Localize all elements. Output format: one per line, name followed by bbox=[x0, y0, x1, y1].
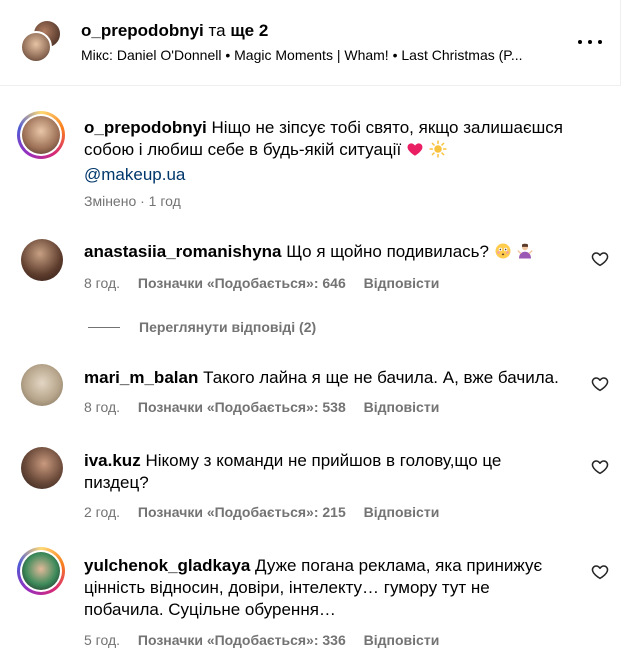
post-header: o_prepodobnyi та ще 2 Мікс: Daniel O'Don… bbox=[0, 0, 621, 86]
caption-text: o_prepodobnyi Ніщо не зіпсує тобі свято,… bbox=[84, 117, 584, 186]
sun-emoji-icon bbox=[429, 140, 447, 164]
comment-body-line-1: Нікому з команди не прийшов в голову,що … bbox=[145, 451, 502, 470]
comment-username[interactable]: iva.kuz bbox=[84, 451, 141, 470]
comment-text: mari_m_balan Такого лайна я ще не бачила… bbox=[84, 367, 584, 389]
comment-text: iva.kuz Нікому з команди не прийшов в го… bbox=[84, 450, 584, 494]
comment-body-line-2: пиздец? bbox=[84, 473, 149, 492]
like-button[interactable] bbox=[591, 375, 609, 393]
commenter-avatar[interactable] bbox=[21, 447, 63, 489]
heart-outline-icon bbox=[591, 460, 609, 475]
comment-meta: 5 год. Позначки «Подобається»: 336 Відпо… bbox=[84, 632, 439, 649]
mention-link[interactable]: @makeup.ua bbox=[84, 165, 185, 184]
caption-line-2: собою і любиш себе в будь-якій ситуації bbox=[84, 140, 402, 159]
more-dot bbox=[588, 40, 592, 44]
author-avatar[interactable] bbox=[20, 31, 52, 63]
commenter-avatar[interactable] bbox=[21, 364, 63, 406]
comment-time[interactable]: 8 год. bbox=[84, 399, 120, 415]
header-connector: та bbox=[208, 21, 226, 40]
view-replies-button[interactable]: Переглянути відповіді (2) bbox=[88, 318, 316, 336]
like-button[interactable] bbox=[591, 563, 609, 581]
caption-username[interactable]: o_prepodobnyi bbox=[84, 118, 207, 137]
heart-outline-icon bbox=[591, 252, 609, 267]
heart-outline-icon bbox=[591, 565, 609, 580]
comment-text: anastasiia_romanishyna Що я щойно подиви… bbox=[84, 241, 584, 266]
header-username[interactable]: o_prepodobnyi bbox=[81, 21, 204, 40]
caption-line-1: Ніщо не зіпсує тобі свято, якщо залишаєш… bbox=[211, 118, 564, 137]
heart-emoji-icon bbox=[406, 140, 424, 164]
reply-button[interactable]: Відповісти bbox=[364, 504, 440, 520]
comment-likes[interactable]: Позначки «Подобається»: 646 bbox=[138, 275, 346, 291]
comment-body-line-2: цінність відносин, довіри, інтелекту… гу… bbox=[84, 578, 490, 597]
like-button[interactable] bbox=[591, 250, 609, 268]
comment-time[interactable]: 8 год. bbox=[84, 275, 120, 291]
header-others[interactable]: ще 2 bbox=[230, 21, 268, 40]
more-horizontal-icon bbox=[578, 40, 582, 44]
reply-button[interactable]: Відповісти bbox=[364, 399, 440, 415]
more-options-button[interactable] bbox=[575, 30, 605, 54]
comment-meta: 8 год. Позначки «Подобається»: 646 Відпо… bbox=[84, 275, 439, 292]
comment-text: yulchenok_gladkaya Дуже погана реклама, … bbox=[84, 555, 584, 621]
collaborators-avatar-stack[interactable] bbox=[20, 19, 66, 65]
comment-body: Такого лайна я ще не бачила. А, вже бачи… bbox=[203, 368, 559, 387]
person-shrugging-emoji-icon bbox=[516, 242, 534, 266]
commenter-avatar[interactable] bbox=[17, 547, 65, 595]
comment-meta: 2 год. Позначки «Подобається»: 215 Відпо… bbox=[84, 504, 439, 521]
view-replies-label: Переглянути відповіді (2) bbox=[139, 319, 317, 335]
caption-meta: Змінено · 1 год bbox=[84, 193, 181, 209]
reply-button[interactable]: Відповісти bbox=[364, 632, 440, 648]
caption-avatar[interactable] bbox=[17, 111, 65, 159]
replies-divider-line bbox=[88, 326, 120, 328]
commenter-avatar[interactable] bbox=[21, 239, 63, 281]
reply-button[interactable]: Відповісти bbox=[364, 275, 440, 291]
comment-username[interactable]: yulchenok_gladkaya bbox=[84, 556, 250, 575]
heart-outline-icon bbox=[591, 377, 609, 392]
comment-time[interactable]: 5 год. bbox=[84, 632, 120, 648]
audio-track[interactable]: Мікс: Daniel O'Donnell • Magic Moments |… bbox=[81, 47, 561, 64]
comment-body: Що я щойно подивилась? bbox=[286, 242, 489, 261]
comment-body-line-3: побачила. Суцільне обурення… bbox=[84, 600, 336, 619]
comment-body-line-1: Дуже погана реклама, яка принижує bbox=[255, 556, 543, 575]
comment-likes[interactable]: Позначки «Подобається»: 336 bbox=[138, 632, 346, 648]
comment-time[interactable]: 2 год. bbox=[84, 504, 120, 520]
comment-username[interactable]: mari_m_balan bbox=[84, 368, 198, 387]
comment-username[interactable]: anastasiia_romanishyna bbox=[84, 242, 281, 261]
comment-meta: 8 год. Позначки «Подобається»: 538 Відпо… bbox=[84, 399, 439, 416]
flushed-face-emoji-icon bbox=[494, 242, 512, 266]
comment-likes[interactable]: Позначки «Подобається»: 215 bbox=[138, 504, 346, 520]
more-dot bbox=[598, 40, 602, 44]
like-button[interactable] bbox=[591, 458, 609, 476]
comment-likes[interactable]: Позначки «Подобається»: 538 bbox=[138, 399, 346, 415]
header-authors[interactable]: o_prepodobnyi та ще 2 bbox=[81, 21, 268, 41]
